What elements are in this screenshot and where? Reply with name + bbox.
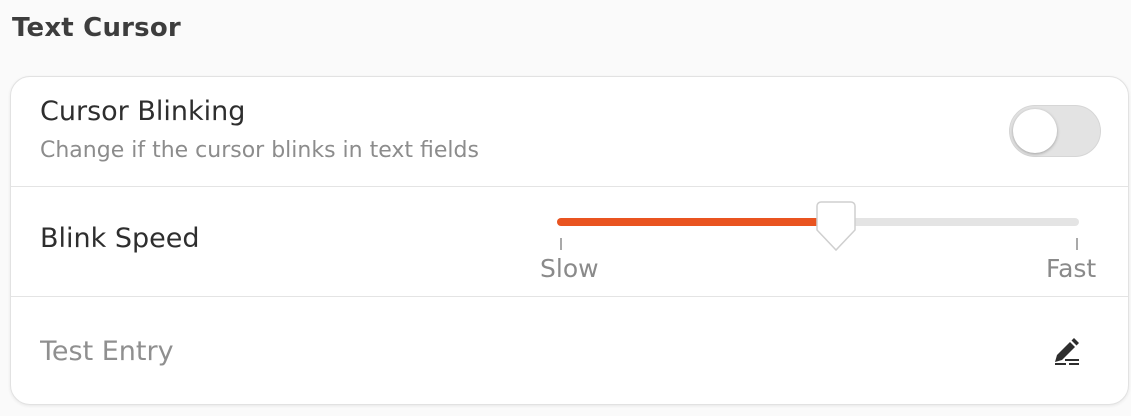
- test-entry-row: [11, 297, 1128, 404]
- toggle-knob: [1013, 109, 1057, 153]
- cursor-blinking-row: Cursor Blinking Change if the cursor bli…: [11, 77, 1128, 187]
- cursor-blinking-toggle[interactable]: [1009, 105, 1101, 157]
- cursor-blinking-title: Cursor Blinking: [40, 96, 246, 127]
- blink-speed-slider[interactable]: Slow Fast: [540, 187, 1096, 297]
- slow-tick: [560, 238, 562, 250]
- slider-fill: [557, 218, 836, 226]
- cursor-blinking-subtitle: Change if the cursor blinks in text fiel…: [40, 138, 479, 163]
- slow-label: Slow: [540, 254, 599, 283]
- blink-speed-label: Blink Speed: [40, 223, 200, 254]
- test-entry-input[interactable]: [40, 297, 1040, 404]
- slider-thumb[interactable]: [815, 200, 857, 252]
- fast-label: Fast: [1046, 254, 1097, 283]
- edit-pencil-icon: [1055, 338, 1079, 365]
- text-cursor-card: Cursor Blinking Change if the cursor bli…: [10, 76, 1129, 405]
- section-title: Text Cursor: [12, 13, 181, 43]
- blink-speed-row: Blink Speed Slow Fast: [11, 187, 1128, 297]
- fast-tick: [1076, 238, 1078, 250]
